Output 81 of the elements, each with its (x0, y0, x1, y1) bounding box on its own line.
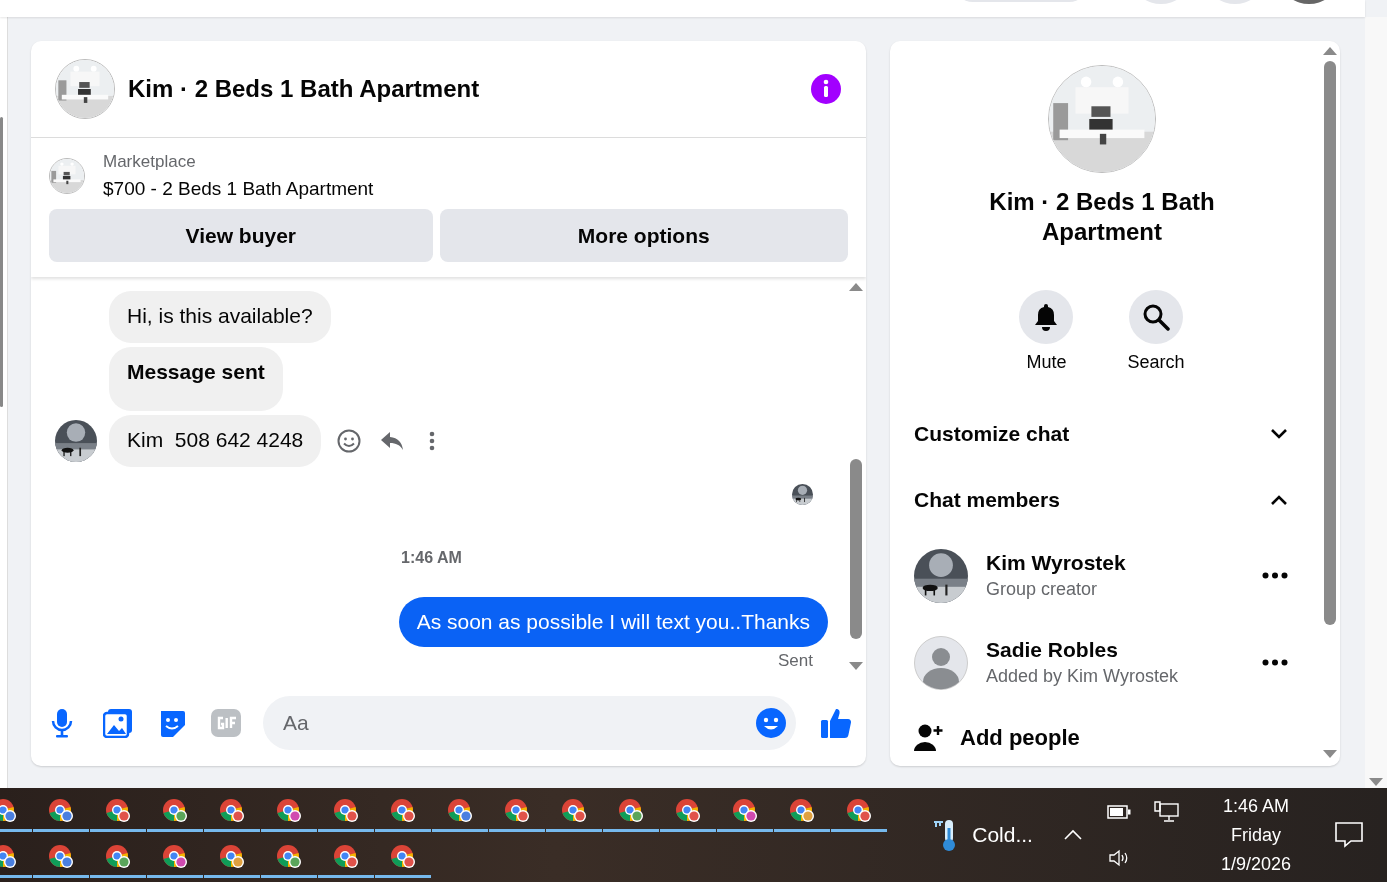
volume-icon[interactable] (1107, 849, 1130, 867)
message-status: Sent (778, 651, 813, 671)
image-icon[interactable] (103, 708, 133, 738)
like-icon[interactable] (820, 707, 852, 739)
scroll-up-icon[interactable] (849, 283, 863, 291)
section-title: Chat members (914, 487, 1060, 512)
more-icon[interactable] (1262, 572, 1288, 580)
scrollbar-thumb[interactable] (0, 117, 3, 407)
section-header[interactable]: Customize chat (914, 400, 1290, 467)
message-input[interactable]: Aa (281, 710, 756, 736)
action-label: Mute (1026, 352, 1067, 373)
browser-icon (504, 797, 530, 824)
browser-icon (105, 843, 131, 870)
chat-title: Kim · 2 Beds 1 Bath Apartment (128, 75, 481, 103)
scroll-down-icon[interactable] (1323, 750, 1337, 758)
browser-icon (390, 797, 416, 824)
info-icon[interactable] (810, 73, 842, 105)
member-name: Sadie Robles (986, 638, 1119, 663)
scroll-down-icon[interactable] (849, 662, 863, 670)
clock-time: 1:46 AM (1222, 794, 1289, 818)
section-title: Customize chat (914, 421, 1070, 446)
browser-icon (276, 797, 302, 824)
timestamp: 1:46 AM (401, 549, 462, 567)
browser-icon (105, 797, 131, 824)
message-bubble: As soon as possible I will text you..Thanks (398, 597, 828, 647)
browser-icon (846, 797, 872, 824)
emoji-icon[interactable] (756, 708, 786, 738)
battery-icon[interactable] (1106, 805, 1131, 819)
listing-title: $700 - 2 Beds 1 Bath Apartment (103, 178, 374, 200)
view-buyer-button[interactable]: View buyer (49, 209, 433, 262)
more-options-button[interactable]: More options (439, 209, 848, 262)
search-icon (1142, 303, 1170, 331)
scroll-down-icon[interactable] (1369, 778, 1383, 786)
scrollbar-thumb[interactable] (850, 459, 862, 639)
weather-widget[interactable]: Cold... (926, 817, 1039, 853)
member-role: Added by Kim Wyrostek (986, 666, 1179, 688)
message-bubble: Kim 508 642 4248 (109, 415, 322, 467)
more-icon[interactable] (1262, 659, 1288, 667)
conversation-title: Kim · 2 Beds 1 Bath Apartment (988, 187, 1216, 247)
scrollbar-thumb[interactable] (1324, 61, 1336, 625)
mute-button[interactable] (1019, 290, 1074, 344)
add-people-button[interactable]: Add people (914, 710, 1290, 766)
browser-icon (618, 797, 644, 824)
browser-icon (447, 797, 473, 824)
message-bubble: Message sent (109, 347, 283, 411)
network-icon[interactable] (1153, 801, 1180, 823)
emoji-icon[interactable] (337, 429, 362, 453)
notification-icon[interactable] (1335, 822, 1363, 848)
clock-date: 1/9/2026 (1220, 852, 1291, 876)
chevron-up-icon[interactable] (1062, 829, 1083, 841)
browser-icon (219, 797, 245, 824)
reply-icon[interactable] (379, 430, 406, 452)
member-role: Group creator (986, 579, 1099, 601)
clock-day: Friday (1230, 820, 1281, 850)
browser-icon (390, 843, 416, 870)
browser-icon (162, 843, 188, 870)
add-person-icon (914, 723, 944, 754)
chevron-down-icon (1270, 427, 1288, 440)
browser-icon (675, 797, 701, 824)
browser-icon (333, 843, 359, 870)
search-button[interactable] (1129, 290, 1183, 344)
default-avatar-icon (914, 635, 968, 690)
message-bubble: Hi, is this available? (109, 291, 331, 343)
action-label: Search (1127, 352, 1185, 373)
browser-icon (333, 797, 359, 824)
browser-icon (732, 797, 758, 824)
message-field[interactable]: Aa (263, 696, 796, 750)
browser-icon (789, 797, 815, 824)
listing-source: Marketplace (103, 152, 197, 172)
scroll-up-icon[interactable] (1323, 47, 1337, 55)
browser-icon (162, 797, 188, 824)
chevron-up-icon (1270, 493, 1288, 506)
bell-icon (1033, 303, 1060, 331)
member-name: Kim Wyrostek (986, 551, 1127, 576)
browser-icon (219, 843, 245, 870)
browser-icon (276, 843, 302, 870)
browser-icon (561, 797, 587, 824)
browser-icon (48, 843, 74, 870)
browser-icon (48, 797, 74, 824)
microphone-icon[interactable] (51, 708, 73, 738)
section-header[interactable]: Chat members (914, 466, 1290, 533)
